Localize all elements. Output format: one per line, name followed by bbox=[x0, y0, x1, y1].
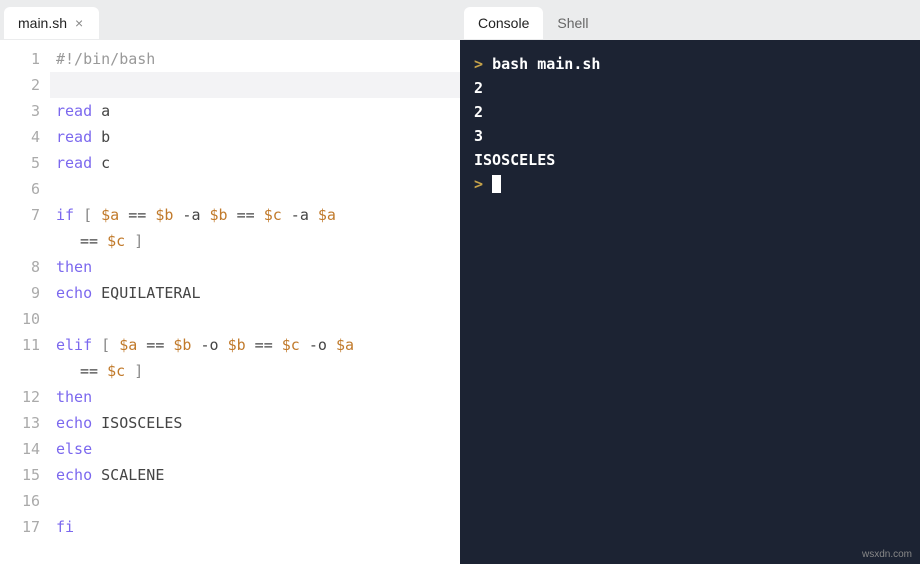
code-line[interactable] bbox=[50, 72, 460, 98]
code-line[interactable]: echo ISOSCELES bbox=[50, 410, 460, 436]
tab-filename: main.sh bbox=[18, 15, 67, 31]
line-number: 10 bbox=[0, 306, 40, 332]
tab-console-label: Console bbox=[478, 15, 529, 31]
code-line[interactable]: read b bbox=[50, 124, 460, 150]
console-output[interactable]: > bash main.sh223ISOSCELES> bbox=[460, 40, 920, 564]
line-number: 9 bbox=[0, 280, 40, 306]
close-icon[interactable]: × bbox=[73, 15, 85, 31]
tab-shell[interactable]: Shell bbox=[543, 7, 602, 39]
line-number: 15 bbox=[0, 462, 40, 488]
console-output-line: ISOSCELES bbox=[474, 148, 906, 172]
line-number: 8 bbox=[0, 254, 40, 280]
line-number: 16 bbox=[0, 488, 40, 514]
code-line[interactable]: else bbox=[50, 436, 460, 462]
cursor-icon bbox=[492, 175, 501, 193]
tab-shell-label: Shell bbox=[557, 15, 588, 31]
code-line[interactable]: elif [ $a == $b -o $b == $c -o $a bbox=[50, 332, 460, 358]
line-number: 3 bbox=[0, 98, 40, 124]
editor-panel: main.sh × 1234567891011121314151617 #!/b… bbox=[0, 0, 460, 564]
line-number: 14 bbox=[0, 436, 40, 462]
code-line[interactable]: then bbox=[50, 384, 460, 410]
console-output-line: 2 bbox=[474, 76, 906, 100]
code-line[interactable] bbox=[50, 306, 460, 332]
code-line[interactable]: read a bbox=[50, 98, 460, 124]
line-number: 2 bbox=[0, 72, 40, 98]
watermark: wsxdn.com bbox=[862, 549, 912, 560]
code-line[interactable] bbox=[50, 488, 460, 514]
line-number: 5 bbox=[0, 150, 40, 176]
console-command-line: > bash main.sh bbox=[474, 52, 906, 76]
code-line[interactable]: then bbox=[50, 254, 460, 280]
console-output-line: 3 bbox=[474, 124, 906, 148]
code-area[interactable]: #!/bin/bash read aread bread c if [ $a == … bbox=[50, 46, 460, 564]
code-line[interactable]: echo SCALENE bbox=[50, 462, 460, 488]
code-editor[interactable]: 1234567891011121314151617 #!/bin/bashrea… bbox=[0, 40, 460, 564]
console-output-line: 2 bbox=[474, 100, 906, 124]
code-line[interactable]: fi bbox=[50, 514, 460, 540]
line-number: 12 bbox=[0, 384, 40, 410]
line-number bbox=[0, 358, 40, 384]
code-line[interactable]: == $c ] bbox=[50, 358, 460, 384]
line-number-gutter: 1234567891011121314151617 bbox=[0, 46, 50, 564]
line-number: 4 bbox=[0, 124, 40, 150]
code-line[interactable] bbox=[50, 176, 460, 202]
editor-tab-bar: main.sh × bbox=[0, 0, 460, 40]
line-number: 7 bbox=[0, 202, 40, 228]
editor-tab-main[interactable]: main.sh × bbox=[4, 7, 99, 39]
code-line[interactable]: read c bbox=[50, 150, 460, 176]
code-line[interactable]: echo EQUILATERAL bbox=[50, 280, 460, 306]
line-number: 17 bbox=[0, 514, 40, 540]
tab-console[interactable]: Console bbox=[464, 7, 543, 39]
line-number: 1 bbox=[0, 46, 40, 72]
console-tab-bar: Console Shell bbox=[460, 0, 920, 40]
line-number bbox=[0, 228, 40, 254]
line-number: 6 bbox=[0, 176, 40, 202]
line-number: 13 bbox=[0, 410, 40, 436]
code-line[interactable]: if [ $a == $b -a $b == $c -a $a bbox=[50, 202, 460, 228]
code-line[interactable]: #!/bin/bash bbox=[50, 46, 460, 72]
console-prompt-line[interactable]: > bbox=[474, 172, 906, 196]
line-number: 11 bbox=[0, 332, 40, 358]
console-panel: Console Shell > bash main.sh223ISOSCELES… bbox=[460, 0, 920, 564]
code-line[interactable]: == $c ] bbox=[50, 228, 460, 254]
